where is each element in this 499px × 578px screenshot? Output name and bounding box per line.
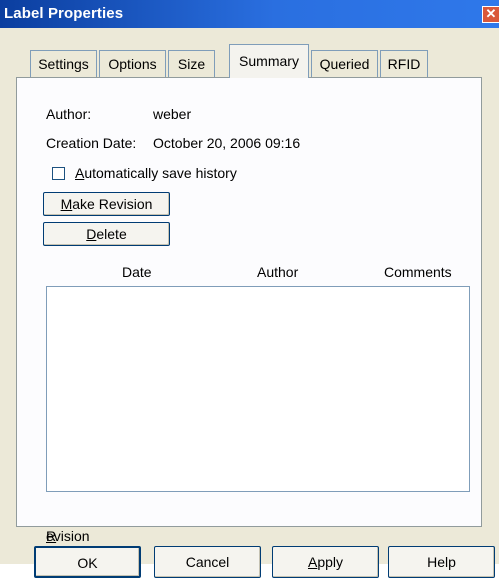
make-revision-text: ake Revision bbox=[72, 196, 153, 212]
tab-settings-label: Settings bbox=[38, 56, 89, 72]
apply-text: pply bbox=[317, 554, 344, 570]
column-header-date[interactable]: Date bbox=[122, 264, 152, 280]
auto-save-history-mnemonic: A bbox=[75, 165, 85, 181]
column-header-author[interactable]: Author bbox=[257, 264, 298, 280]
tab-summary-label: Summary bbox=[239, 53, 299, 69]
make-revision-mnemonic: M bbox=[60, 196, 73, 212]
tab-options[interactable]: Options bbox=[99, 50, 166, 78]
auto-save-history-label[interactable]: Automatically save history bbox=[75, 165, 237, 181]
help-label: Help bbox=[427, 554, 456, 570]
tab-rfid[interactable]: RFID bbox=[380, 50, 428, 78]
cancel-button[interactable]: Cancel bbox=[154, 546, 261, 578]
tab-summary[interactable]: Summary bbox=[229, 44, 309, 78]
ok-button[interactable]: OK bbox=[34, 546, 141, 578]
window-title: Label Properties bbox=[4, 5, 124, 22]
cancel-label: Cancel bbox=[185, 554, 230, 570]
tab-rfid-label: RFID bbox=[387, 56, 421, 72]
history-list[interactable] bbox=[46, 286, 470, 492]
close-icon[interactable]: ✕ bbox=[482, 6, 499, 23]
delete-mnemonic: D bbox=[86, 226, 97, 242]
tab-options-label: Options bbox=[108, 56, 157, 72]
tab-size[interactable]: Size bbox=[168, 50, 215, 78]
column-header-comments[interactable]: Comments bbox=[384, 264, 452, 280]
apply-mnemonic: A bbox=[307, 554, 318, 570]
ok-label: OK bbox=[77, 555, 98, 571]
delete-button[interactable]: Delete bbox=[43, 222, 170, 246]
author-value: weber bbox=[153, 106, 192, 122]
creation-date-value: October 20, 2006 09:16 bbox=[153, 135, 301, 151]
apply-button[interactable]: Apply bbox=[272, 546, 379, 578]
creation-date-label: Creation Date: bbox=[46, 135, 137, 151]
make-revision-button[interactable]: Make Revision bbox=[43, 192, 170, 216]
tab-queried-label: Queried bbox=[319, 56, 370, 72]
label-properties-dialog: Label Properties ✕ Settings Options Size… bbox=[0, 0, 499, 578]
tab-settings[interactable]: Settings bbox=[30, 50, 97, 78]
help-button[interactable]: Help bbox=[388, 546, 495, 578]
author-label: Author: bbox=[46, 106, 92, 122]
auto-save-history-text: utomatically save history bbox=[84, 165, 237, 181]
auto-save-history-checkbox[interactable] bbox=[52, 167, 65, 180]
tab-size-label: Size bbox=[177, 56, 206, 72]
delete-text: elete bbox=[96, 226, 127, 242]
tab-queried[interactable]: Queried bbox=[311, 50, 378, 78]
title-bar: Label Properties ✕ bbox=[0, 0, 499, 28]
column-header-revision-text: evision bbox=[46, 528, 90, 544]
